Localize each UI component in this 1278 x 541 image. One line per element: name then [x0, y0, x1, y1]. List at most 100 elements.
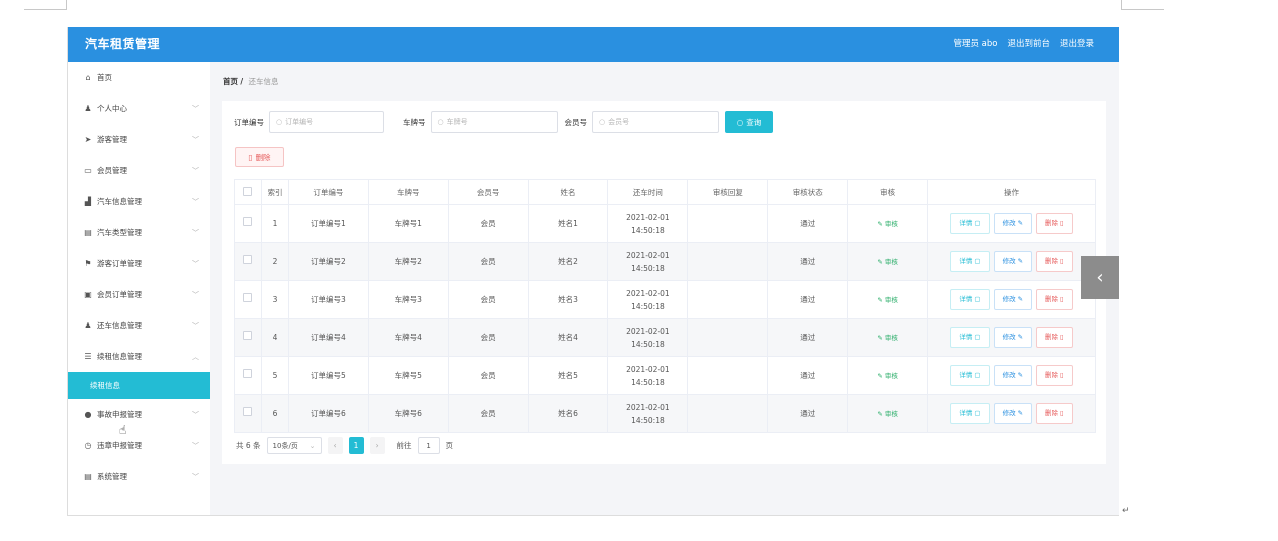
row-checkbox[interactable]: [243, 217, 253, 226]
delete-button[interactable]: 删除 ▯: [1036, 365, 1073, 386]
trash-icon: ▯: [248, 152, 253, 162]
sidebar-item[interactable]: ● 事故申报管理 ﹀: [68, 399, 210, 430]
detail-button[interactable]: 详情 ▢: [950, 365, 990, 386]
sidebar-item[interactable]: ⌂ 首页: [68, 62, 210, 93]
sidebar-item[interactable]: ▤ 系统管理 ﹀: [68, 461, 210, 492]
edit-button-label: 修改: [1002, 371, 1016, 379]
cell-audit-reply: [687, 318, 769, 357]
sidebar-item-label: 游客订单管理: [97, 259, 142, 268]
document-icon: ▢: [974, 257, 981, 265]
sidebar-item[interactable]: ▣ 会员订单管理 ﹀: [68, 279, 210, 310]
sidebar-subitem-active[interactable]: 续租信息: [68, 372, 210, 399]
audit-link[interactable]: ✎ 审核: [877, 372, 898, 380]
goto-suffix: 页: [445, 441, 454, 450]
sidebar-item[interactable]: ♟ 还车信息管理 ﹀: [68, 310, 210, 341]
sidebar-item[interactable]: ♟ 个人中心 ﹀: [68, 93, 210, 124]
row-checkbox[interactable]: [243, 407, 253, 416]
row-checkbox[interactable]: [243, 331, 253, 340]
batch-delete-button[interactable]: ▯ 删除: [235, 147, 284, 167]
cell-return-time: 2021-02-01 14:50:18: [607, 242, 689, 281]
detail-button[interactable]: 详情 ▢: [950, 403, 990, 424]
cell-name: 姓名1: [527, 204, 609, 243]
edit-button[interactable]: 修改 ✎: [993, 365, 1033, 386]
edit-pen-icon: ✎: [877, 371, 883, 380]
sidebar-item[interactable]: ▤ 汽车类型管理 ﹀: [68, 217, 210, 248]
delete-button[interactable]: 删除 ▯: [1036, 289, 1073, 310]
delete-button[interactable]: 删除 ▯: [1036, 403, 1073, 424]
edit-button[interactable]: 修改 ✎: [993, 327, 1033, 348]
sidebar-item-label: 汽车信息管理: [97, 197, 142, 206]
chevron-left-icon: ‹: [1096, 267, 1104, 288]
total-count: 共 6 条: [236, 441, 261, 450]
detail-button[interactable]: 详情 ▢: [950, 213, 990, 234]
breadcrumb-home[interactable]: 首页: [223, 77, 238, 86]
cell-plate-number: 车牌号6: [367, 394, 449, 433]
order-number-input[interactable]: ○ 订单编号: [269, 111, 384, 133]
audit-link[interactable]: ✎ 审核: [877, 296, 898, 304]
row-checkbox[interactable]: [243, 293, 253, 302]
next-page-button[interactable]: ›: [369, 437, 385, 454]
audit-link[interactable]: ✎ 审核: [877, 410, 898, 418]
chevron-down-icon: ﹀: [192, 136, 199, 144]
delete-button[interactable]: 删除 ▯: [1036, 251, 1073, 272]
sidebar-item[interactable]: ☰ 续租信息管理 ︿: [68, 341, 210, 372]
chart-icon: ▟: [84, 197, 92, 206]
audit-link[interactable]: ✎ 审核: [877, 334, 898, 342]
sidebar-item[interactable]: ▭ 会员管理 ﹀: [68, 155, 210, 186]
delete-button[interactable]: 删除 ▯: [1036, 213, 1073, 234]
search-icon: ○: [437, 118, 444, 126]
detail-button[interactable]: 详情 ▢: [950, 289, 990, 310]
current-page-button[interactable]: 1: [348, 437, 364, 454]
row-checkbox[interactable]: [243, 255, 253, 264]
edit-button[interactable]: 修改 ✎: [993, 251, 1033, 272]
trash-icon: ▯: [1060, 409, 1064, 417]
plate-number-input[interactable]: ○ 车牌号: [430, 111, 558, 133]
cell-audit-reply: [687, 356, 769, 395]
sidebar-item[interactable]: ▟ 汽车信息管理 ﹀: [68, 186, 210, 217]
edit-button[interactable]: 修改 ✎: [993, 213, 1033, 234]
cell-index: 1: [260, 204, 289, 243]
edit-button[interactable]: 修改 ✎: [993, 403, 1033, 424]
detail-button[interactable]: 详情 ▢: [950, 327, 990, 348]
chevron-down-icon: ﹀: [192, 260, 199, 268]
query-button[interactable]: ○ 查询: [725, 111, 773, 133]
goto-page-input[interactable]: 1: [417, 437, 440, 454]
sidebar-item[interactable]: ⚑ 游客订单管理 ﹀: [68, 248, 210, 279]
list-icon: ☰: [84, 352, 92, 361]
sidebar-item[interactable]: ◷ 违章申报管理 ﹀: [68, 430, 210, 461]
top-bar: 汽车租赁管理 管理员 abo 退出到前台 退出登录: [68, 27, 1119, 62]
edit-pen-icon: ✎: [1017, 219, 1024, 227]
audit-link[interactable]: ✎ 审核: [877, 258, 898, 266]
sidebar-item-label: 汽车类型管理: [97, 228, 142, 237]
sidebar-item-label: 事故申报管理: [97, 410, 142, 419]
sidebar-item[interactable]: ➤ 游客管理 ﹀: [68, 124, 210, 155]
trash-icon: ▯: [1060, 371, 1064, 379]
member-number-input[interactable]: ○ 会员号: [592, 111, 719, 133]
detail-button[interactable]: 详情 ▢: [950, 251, 990, 272]
cell-return-time: 2021-02-01 14:50:18: [607, 204, 689, 243]
row-checkbox[interactable]: [243, 369, 253, 378]
collapse-panel-button[interactable]: ‹: [1081, 256, 1119, 299]
audit-link[interactable]: ✎ 审核: [877, 220, 898, 228]
cell-order-number: 订单编号5: [287, 356, 369, 395]
page-size-select[interactable]: 10条/页 ⌄: [266, 437, 322, 454]
edit-pen-icon: ✎: [1017, 295, 1024, 303]
prev-page-button[interactable]: ‹: [327, 437, 343, 454]
content-card: 订单编号 ○ 订单编号 车牌号 ○ 车牌号 会员号 ○ 会员号 ○ 查询 ▯ 删…: [222, 101, 1106, 464]
cell-audit-status: 通过: [767, 280, 849, 319]
logout-link[interactable]: 退出登录: [1060, 37, 1094, 49]
back-to-front-link[interactable]: 退出到前台: [1007, 37, 1050, 49]
chevron-down-icon: ﹀: [192, 198, 199, 206]
select-all-checkbox[interactable]: [243, 186, 253, 196]
edit-button[interactable]: 修改 ✎: [993, 289, 1033, 310]
book-icon: ▤: [84, 228, 92, 237]
search-bar: 订单编号 ○ 订单编号 车牌号 ○ 车牌号 会员号 ○ 会员号 ○ 查询: [234, 111, 773, 133]
row-select-cell: [234, 394, 262, 433]
table-row: 4 订单编号4 车牌号4 会员 姓名4 2021-02-01 14:50:18 通过 ✎ 审核…: [234, 318, 1096, 357]
delete-button[interactable]: 删除 ▯: [1036, 327, 1073, 348]
column-header: 索引: [260, 179, 289, 205]
cell-operations: 详情 ▢ 修改 ✎ 删除 ▯: [927, 394, 1096, 433]
chevron-down-icon: ﹀: [192, 167, 199, 175]
search-icon: ○: [599, 118, 606, 126]
table-row: 5 订单编号5 车牌号5 会员 姓名5 2021-02-01 14:50:18 通过 ✎ 审核…: [234, 356, 1096, 395]
